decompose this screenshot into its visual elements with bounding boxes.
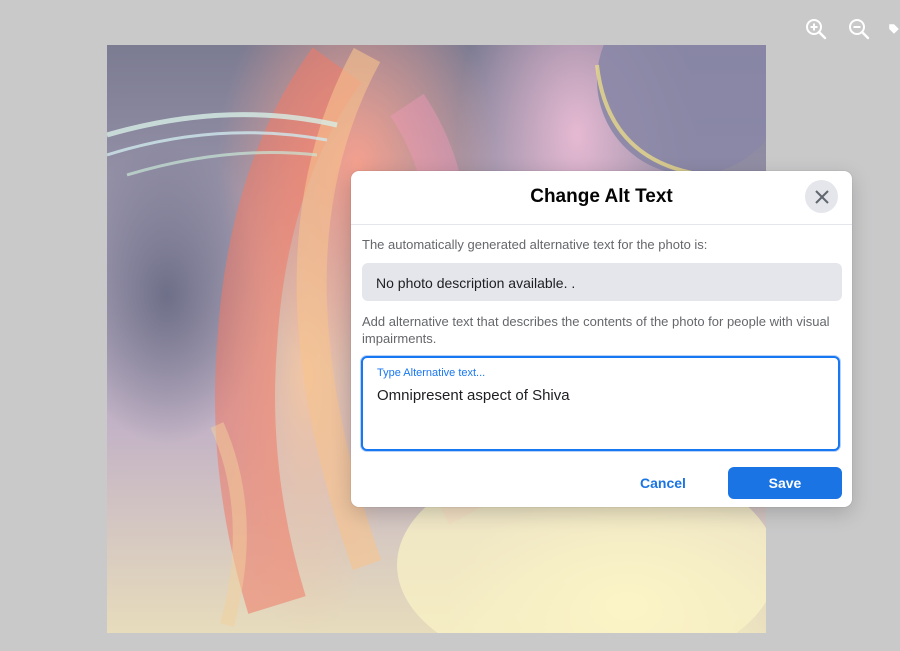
zoom-in-icon[interactable] <box>803 16 829 42</box>
alt-text-input-label: Type Alternative text... <box>377 367 486 379</box>
auto-alt-text-box: No photo description available. . <box>362 263 842 301</box>
auto-alt-text-value: No photo description available. . <box>376 275 576 291</box>
cancel-button[interactable]: Cancel <box>623 467 703 499</box>
alt-text-input[interactable]: Type Alternative text... Omnipresent asp… <box>361 356 840 451</box>
tag-icon[interactable] <box>888 16 900 42</box>
change-alt-text-dialog: Change Alt Text The automatically genera… <box>351 171 852 507</box>
auto-alt-text-label: The automatically generated alternative … <box>362 237 708 252</box>
close-icon <box>814 189 829 204</box>
zoom-out-icon[interactable] <box>846 16 872 42</box>
dialog-header: Change Alt Text <box>351 171 852 225</box>
save-button[interactable]: Save <box>728 467 842 499</box>
dialog-title: Change Alt Text <box>530 186 673 207</box>
close-button[interactable] <box>805 180 838 213</box>
add-alt-text-instructions: Add alternative text that describes the … <box>362 314 830 346</box>
alt-text-input-value[interactable]: Omnipresent aspect of Shiva <box>377 387 570 404</box>
